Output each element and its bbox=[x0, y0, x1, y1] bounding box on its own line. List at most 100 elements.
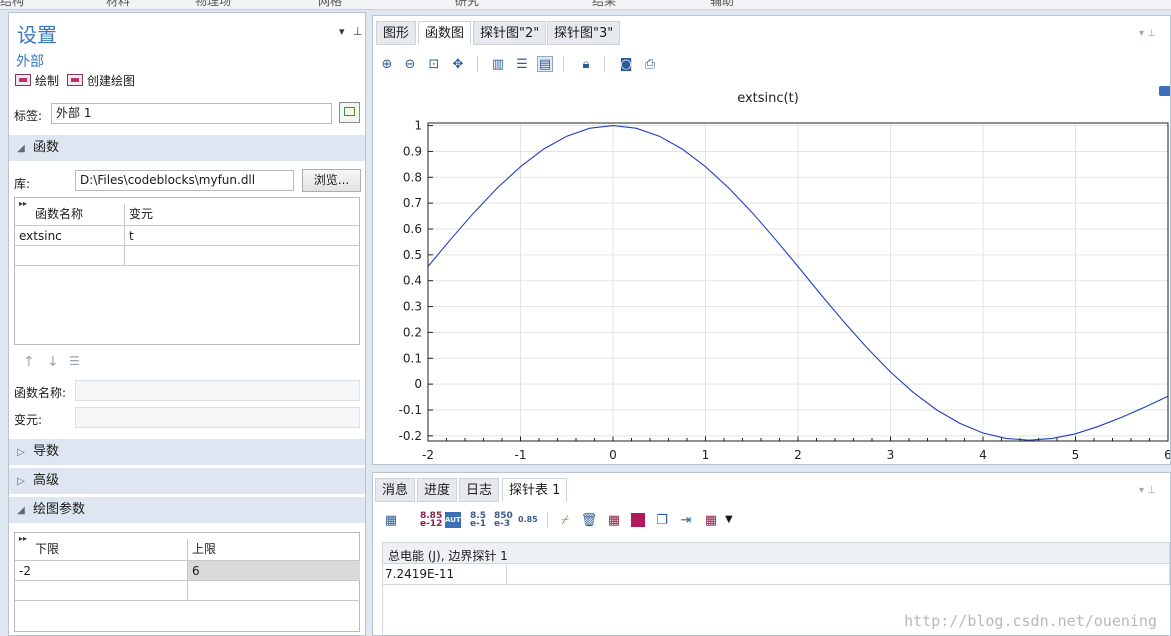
tab-probe-plot-3[interactable]: 探针图"3" bbox=[547, 21, 621, 45]
zoom-extents-icon[interactable]: ✥ bbox=[450, 56, 466, 72]
auto-format-icon[interactable]: AUTO bbox=[445, 512, 467, 528]
table-cell-empty[interactable] bbox=[188, 581, 360, 601]
settings-title: 设置 bbox=[17, 23, 57, 47]
table-cell-empty[interactable] bbox=[125, 246, 360, 266]
library-caption: 库: bbox=[14, 177, 31, 191]
label-input[interactable]: 外部 1 bbox=[51, 103, 332, 124]
data-point bbox=[959, 423, 960, 424]
grid-columns-icon[interactable]: ▥ bbox=[490, 56, 506, 72]
print-icon[interactable]: ⎙ bbox=[642, 56, 658, 72]
tab-probe-plot-2[interactable]: 探针图"2" bbox=[473, 21, 547, 45]
data-point bbox=[636, 128, 637, 129]
col-header-args[interactable]: 变元 bbox=[125, 204, 360, 226]
chart-title: extsinc(t) bbox=[737, 91, 799, 106]
plot-params-table: ▸▸ 下限 上限 -2 6 bbox=[14, 532, 360, 632]
x-tick-label: 2 bbox=[794, 448, 802, 462]
expand-arrow-icon: ▷ bbox=[17, 447, 25, 458]
pin-icon[interactable]: ⊥ bbox=[353, 25, 363, 38]
fixed-format-icon[interactable]: 0.85 bbox=[518, 516, 538, 532]
section-derivatives[interactable]: ▷ 导数 bbox=[9, 439, 365, 465]
data-point bbox=[936, 409, 937, 410]
table-settings-icon[interactable]: ▦ bbox=[383, 512, 399, 528]
toolbar-separator bbox=[563, 56, 564, 72]
x-tick-label: -2 bbox=[422, 448, 434, 462]
data-point bbox=[1075, 433, 1076, 434]
lock-icon[interactable]: 🔒︎ bbox=[578, 56, 594, 72]
y-tick-label: 0.7 bbox=[403, 196, 422, 210]
args-input[interactable] bbox=[75, 407, 360, 428]
create-plot-button[interactable]: 创建绘图 bbox=[67, 71, 135, 89]
tab-function-plot[interactable]: 函数图 bbox=[418, 21, 472, 45]
clear-broom-icon[interactable]: ⌿ bbox=[557, 512, 573, 528]
label-caption: 标签: bbox=[14, 109, 43, 123]
legend-toggle-icon[interactable]: ▤ bbox=[537, 56, 553, 72]
tab-messages[interactable]: 消息 bbox=[375, 478, 416, 502]
move-up-icon[interactable]: ↑ bbox=[23, 354, 35, 370]
tab-progress[interactable]: 进度 bbox=[417, 478, 458, 502]
zoom-in-icon[interactable]: ⊕ bbox=[379, 56, 395, 72]
move-down-icon[interactable]: ↓ bbox=[47, 354, 59, 370]
delete-row-icon[interactable]: ☰ bbox=[69, 354, 80, 368]
engineering-format-icon[interactable]: 850 e-3 bbox=[494, 512, 513, 529]
table-cell-empty[interactable] bbox=[15, 581, 188, 601]
node-subtitle: 外部 bbox=[16, 54, 44, 70]
settings-panel: 设置 ▾ ⊥ 外部 绘制 创建绘图 标签: 外部 1 ◢ 函数 库: D:\Fil… bbox=[8, 12, 366, 636]
y-tick-label: 0.3 bbox=[403, 300, 422, 314]
tab-log[interactable]: 日志 bbox=[459, 478, 500, 502]
zoom-out-icon[interactable]: ⊖ bbox=[402, 56, 418, 72]
table-options-icon[interactable]: ▦ bbox=[703, 512, 719, 528]
section-advanced[interactable]: ▷ 高级 bbox=[9, 468, 365, 494]
table-cell[interactable]: t bbox=[125, 226, 360, 246]
probe-value-cell[interactable]: 7.2419E-11 bbox=[383, 564, 507, 584]
section-functions-label: 函数 bbox=[33, 140, 60, 155]
legend-icon bbox=[1159, 86, 1170, 96]
func-name-input[interactable] bbox=[75, 380, 360, 401]
args-caption: 变元: bbox=[14, 413, 43, 427]
panel-menu-icon[interactable]: ▾ bbox=[339, 25, 345, 38]
precision-format-icon[interactable]: 8.85 e-12 bbox=[420, 512, 442, 529]
label-edit-icon[interactable] bbox=[339, 102, 360, 123]
data-point bbox=[890, 371, 891, 372]
chevron-down-icon[interactable]: ▼ bbox=[725, 514, 733, 525]
color-table-icon[interactable] bbox=[631, 513, 645, 527]
table-icon[interactable]: ▦ bbox=[606, 512, 622, 528]
table-cell[interactable]: extsinc bbox=[15, 226, 125, 246]
graphics-panel: 图形 函数图 探针图"2" 探针图"3" ▾ ⊥ ⊕ ⊖ ⊡ ✥ ▥ ☰ ▤ 🔒… bbox=[372, 15, 1171, 465]
browse-button[interactable]: 浏览... bbox=[302, 169, 361, 192]
section-derivatives-label: 导数 bbox=[33, 444, 60, 459]
data-point bbox=[474, 212, 475, 213]
data-point bbox=[659, 136, 660, 137]
data-point bbox=[1006, 438, 1007, 439]
table-cell-selected[interactable]: 6 bbox=[188, 561, 360, 581]
delete-icon[interactable]: 🗑︎ bbox=[581, 512, 598, 528]
col-header-func-name[interactable]: 函数名称 bbox=[15, 204, 125, 226]
function-plot-chart[interactable]: extsinc(t) -2 -1 0 1 2 3 4 5 6 1 0.9 0.8 0.7 0.6 0.5 0.4… bbox=[373, 78, 1170, 466]
collapse-arrow-icon: ◢ bbox=[17, 143, 25, 154]
plot-button[interactable]: 绘制 bbox=[15, 71, 59, 89]
probe-column-header[interactable]: 总电能 (J), 边界探针 1 bbox=[388, 547, 508, 564]
col-header-upper[interactable]: 上限 bbox=[188, 539, 360, 561]
library-input[interactable]: D:\Files\codeblocks\myfun.dll bbox=[75, 170, 294, 191]
section-advanced-label: 高级 bbox=[33, 473, 60, 488]
grid-rows-icon[interactable]: ☰ bbox=[514, 56, 530, 72]
section-plot-params[interactable]: ◢ 绘图参数 bbox=[9, 497, 365, 523]
expand-arrow-icon: ▷ bbox=[17, 476, 25, 487]
col-header-lower[interactable]: 下限 bbox=[15, 539, 188, 561]
function-table: ▸▸ 函数名称 变元 extsinc t bbox=[14, 197, 360, 345]
tab-probe-table-1[interactable]: 探针表 1 bbox=[502, 478, 568, 502]
table-cell[interactable]: -2 bbox=[15, 561, 188, 581]
tab-graphics[interactable]: 图形 bbox=[376, 21, 417, 45]
decimal-format-icon[interactable]: 8.5 e-1 bbox=[470, 512, 486, 529]
data-point bbox=[821, 294, 822, 295]
export-icon[interactable]: ⇥ bbox=[678, 512, 694, 528]
x-tick-label: 0 bbox=[609, 448, 617, 462]
camera-icon[interactable]: ◙ bbox=[618, 56, 634, 72]
table-cell-empty[interactable] bbox=[15, 246, 125, 266]
toolbar-separator bbox=[477, 56, 478, 72]
zoom-box-icon[interactable]: ⊡ bbox=[426, 56, 442, 72]
panel-menu-icon[interactable]: ▾ ⊥ bbox=[1139, 485, 1156, 496]
section-functions[interactable]: ◢ 函数 bbox=[9, 135, 365, 161]
panel-menu-icon[interactable]: ▾ ⊥ bbox=[1139, 28, 1156, 39]
data-point bbox=[1098, 426, 1099, 427]
copy-table-icon[interactable]: ❐ bbox=[654, 512, 670, 528]
